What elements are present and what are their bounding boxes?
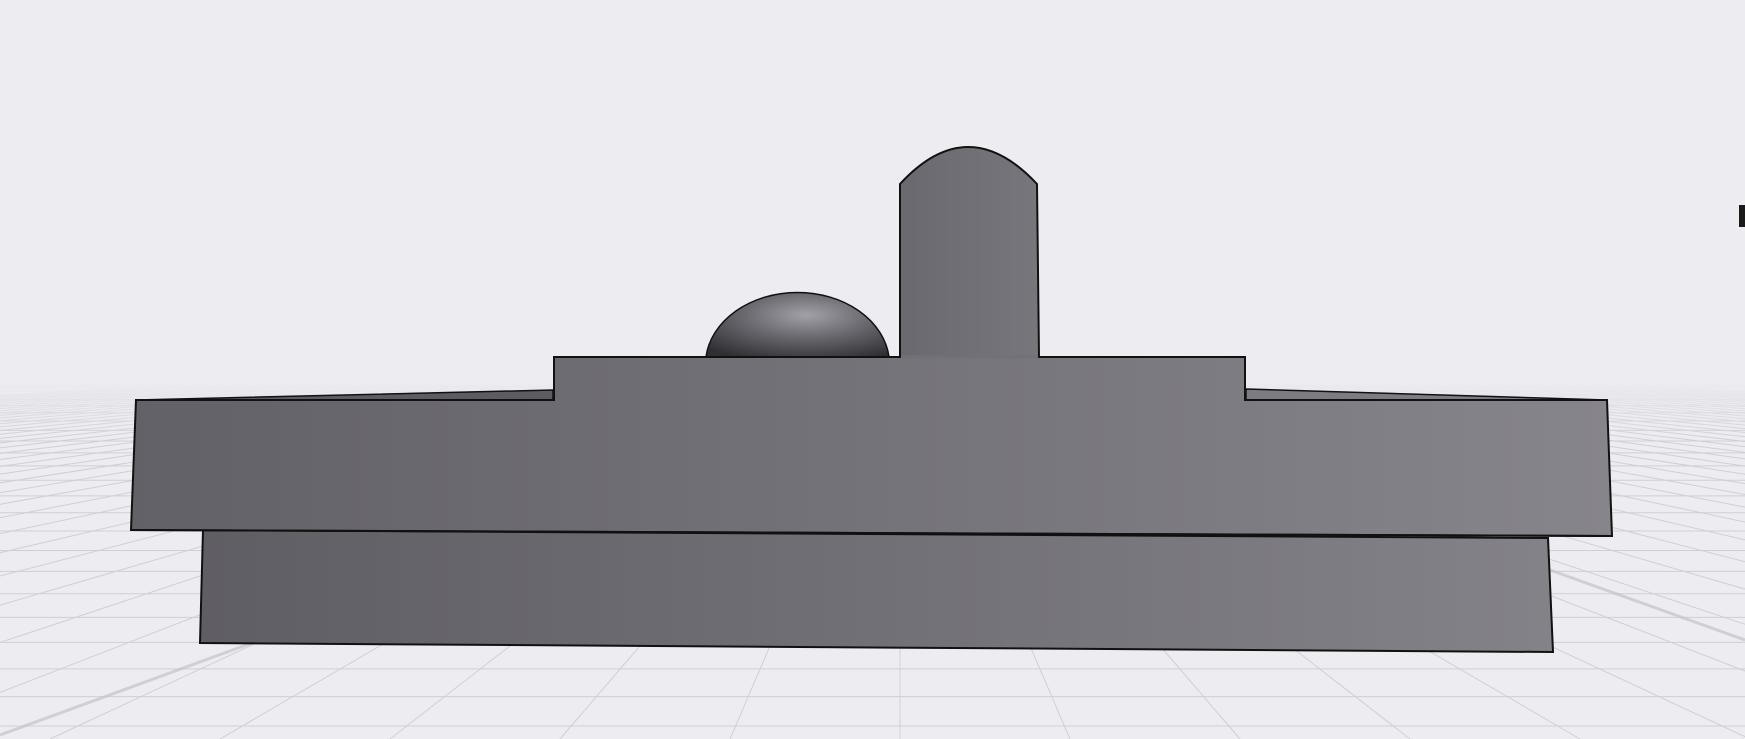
scene-canvas[interactable] [0,0,1745,739]
floor-shadow-left [0,638,261,737]
viewport-edge-marker [1739,205,1745,227]
base-plate[interactable] [198,528,1555,654]
dome[interactable] [705,291,890,358]
3d-viewport[interactable] [0,0,1745,739]
rounded-tab[interactable] [899,146,1041,358]
